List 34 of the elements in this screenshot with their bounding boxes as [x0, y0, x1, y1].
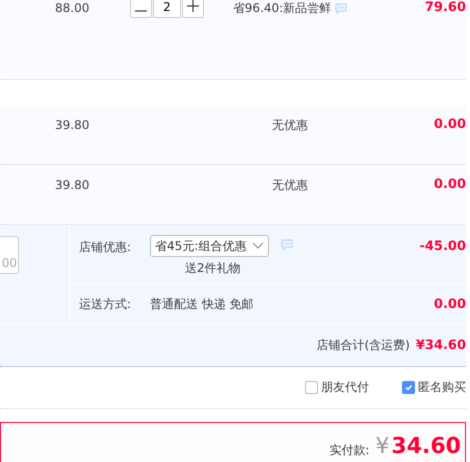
promotion-text: 无优惠 [272, 178, 308, 192]
plus-icon [187, 0, 199, 12]
unit-price: 39.80 [55, 118, 90, 132]
checkbox[interactable] [402, 381, 415, 394]
field-label: 店铺优惠: [79, 239, 132, 256]
item-subtotal: 0.00 [434, 117, 466, 132]
store-total-label: 店铺合计(含运费) [316, 337, 410, 354]
chevron-down-icon [252, 242, 264, 250]
minus-icon [135, 10, 147, 12]
currency-sign: ¥ [375, 433, 390, 461]
checkbox-option[interactable]: 朋友代付 [305, 379, 369, 396]
item-subtotal: 0.00 [434, 177, 466, 192]
promotion-text: 省96.40:新品尝鲜 [232, 1, 332, 15]
payment-amount: 34.60 [391, 433, 461, 461]
minus-button[interactable] [130, 0, 152, 18]
discount-amount: -45.00 [419, 239, 466, 256]
checkmark-icon [403, 382, 414, 393]
gift-text: 送2件礼物 [184, 260, 240, 277]
unit-price: 88.00 [55, 1, 90, 15]
checkbox-option[interactable]: 匿名购买 [402, 379, 466, 396]
plus-button[interactable] [182, 0, 204, 18]
comment-icon[interactable] [281, 238, 294, 250]
discount-dropdown[interactable]: 省45元:组合优惠 [150, 235, 270, 257]
shipping-method: 普通配送 快递 免邮 [150, 296, 254, 312]
unit-price: 39.80 [55, 178, 90, 192]
promotion-text: 无优惠 [272, 118, 308, 132]
checkbox[interactable] [305, 381, 318, 394]
shipping-amount: 0.00 [434, 296, 466, 312]
comment-icon[interactable] [335, 3, 348, 14]
payment-label: 实付款: [329, 442, 370, 459]
quantity-field[interactable]: 2 [153, 0, 181, 18]
store-total-amount: ¥34.60 [416, 338, 466, 353]
item-subtotal: 79.60 [424, 0, 466, 15]
field-label: 运送方式: [79, 296, 132, 312]
